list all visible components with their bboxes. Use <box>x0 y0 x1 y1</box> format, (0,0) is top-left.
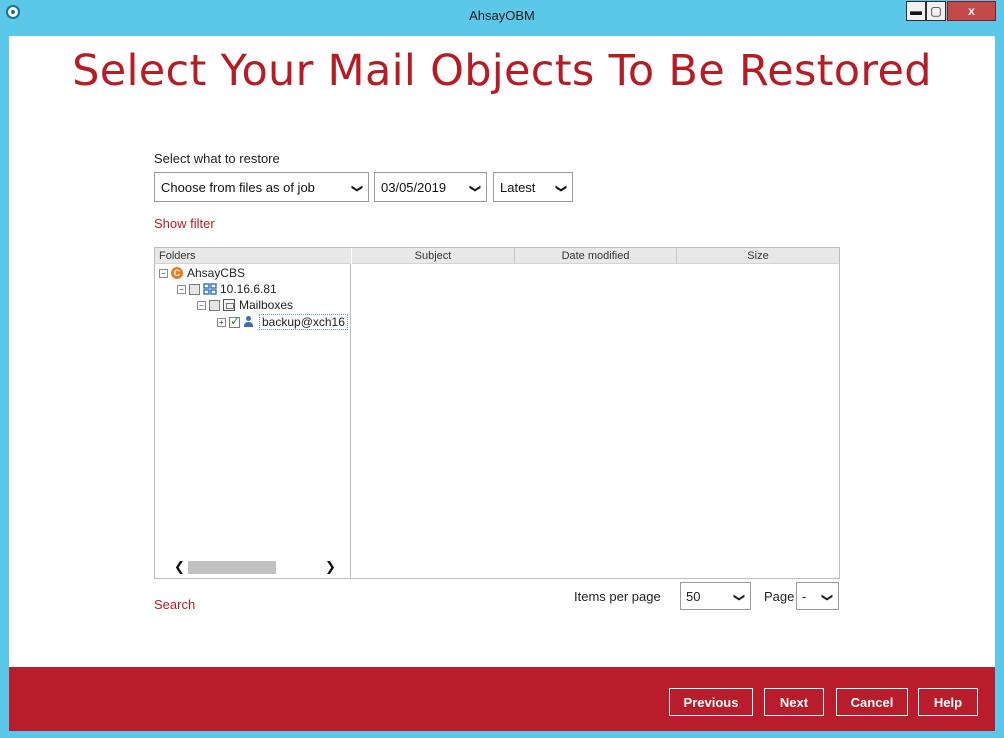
help-button[interactable]: Help <box>918 688 978 716</box>
restore-job-dropdown[interactable]: Choose from files as of job ❯ <box>154 172 369 202</box>
tree-node-label: 10.16.6.81 <box>220 282 277 296</box>
show-filter-link[interactable]: Show filter <box>154 216 215 231</box>
title-bar[interactable]: AhsayOBM ▬ ▢ x <box>0 0 1004 36</box>
previous-button[interactable]: Previous <box>669 688 753 716</box>
column-header-folders[interactable]: Folders <box>155 248 351 264</box>
collapse-toggle-icon[interactable]: − <box>197 300 206 310</box>
restore-job-value: Choose from files as of job <box>161 179 315 195</box>
tree-node-mailbox-user[interactable]: + backup@xch16 <box>217 314 348 330</box>
tree-node-server[interactable]: − 10.16.6.81 <box>177 281 277 297</box>
mailbox-folder-icon <box>223 299 235 311</box>
tree-node-label: AhsayCBS <box>187 266 246 280</box>
close-button[interactable]: x <box>947 1 996 21</box>
tree-node-label: backup@xch16 <box>259 314 348 330</box>
items-per-page-value: 50 <box>686 588 701 604</box>
chevron-down-icon: ❯ <box>350 183 363 194</box>
ahsaycbs-icon: C <box>171 267 183 279</box>
maximize-button[interactable]: ▢ <box>926 1 946 21</box>
chevron-down-icon: ❯ <box>468 183 481 194</box>
restore-version-value: Latest <box>500 179 536 195</box>
page-label: Page <box>764 589 795 604</box>
checkbox[interactable] <box>209 299 220 311</box>
page-dropdown[interactable]: - ❯ <box>796 582 839 610</box>
page-value: - <box>802 588 807 604</box>
restore-version-dropdown[interactable]: Latest ❯ <box>493 172 573 202</box>
collapse-toggle-icon[interactable]: − <box>159 268 168 278</box>
checkbox[interactable] <box>189 283 200 295</box>
minimize-button[interactable]: ▬ <box>906 1 926 21</box>
restore-date-dropdown[interactable]: 03/05/2019 ❯ <box>374 172 487 202</box>
window-title: AhsayOBM <box>469 8 535 23</box>
restore-date-value: 03/05/2019 <box>381 179 447 195</box>
restore-source-label: Select what to restore <box>154 151 280 166</box>
items-per-page-label: Items per page <box>574 589 661 604</box>
chevron-down-icon: ❯ <box>554 183 567 194</box>
checkbox-checked[interactable] <box>229 314 240 328</box>
column-header-size[interactable]: Size <box>677 248 839 264</box>
expand-toggle-icon[interactable]: + <box>217 317 226 327</box>
app-window: AhsayOBM ▬ ▢ x Select Your Mail Objects … <box>0 0 1004 738</box>
cancel-button[interactable]: Cancel <box>836 688 908 716</box>
search-link[interactable]: Search <box>154 597 195 612</box>
scroll-left-icon[interactable]: ❮ <box>174 559 185 575</box>
next-button[interactable]: Next <box>764 688 824 716</box>
scroll-right-icon[interactable]: ❯ <box>325 559 336 575</box>
items-per-page-dropdown[interactable]: 50 ❯ <box>680 582 751 610</box>
column-header-date-modified[interactable]: Date modified <box>515 248 677 264</box>
tree-node-label: Mailboxes <box>239 298 294 312</box>
column-header-subject[interactable]: Subject <box>352 248 515 264</box>
restore-browser-panel: Folders Subject Date modified Size − C A… <box>154 247 840 579</box>
tree-node-ahsaycbs[interactable]: − C AhsayCBS <box>159 265 245 281</box>
tree-node-mailboxes[interactable]: − Mailboxes <box>197 297 293 313</box>
exchange-server-icon <box>203 283 217 295</box>
chevron-down-icon: ❯ <box>820 592 833 603</box>
page-title: Select Your Mail Objects To Be Restored <box>72 46 932 96</box>
user-icon <box>243 316 255 328</box>
collapse-toggle-icon[interactable]: − <box>177 284 186 294</box>
horizontal-scrollbar[interactable]: ❮ ❯ <box>155 559 351 576</box>
chevron-down-icon: ❯ <box>732 592 745 603</box>
scrollbar-thumb[interactable] <box>188 561 276 574</box>
